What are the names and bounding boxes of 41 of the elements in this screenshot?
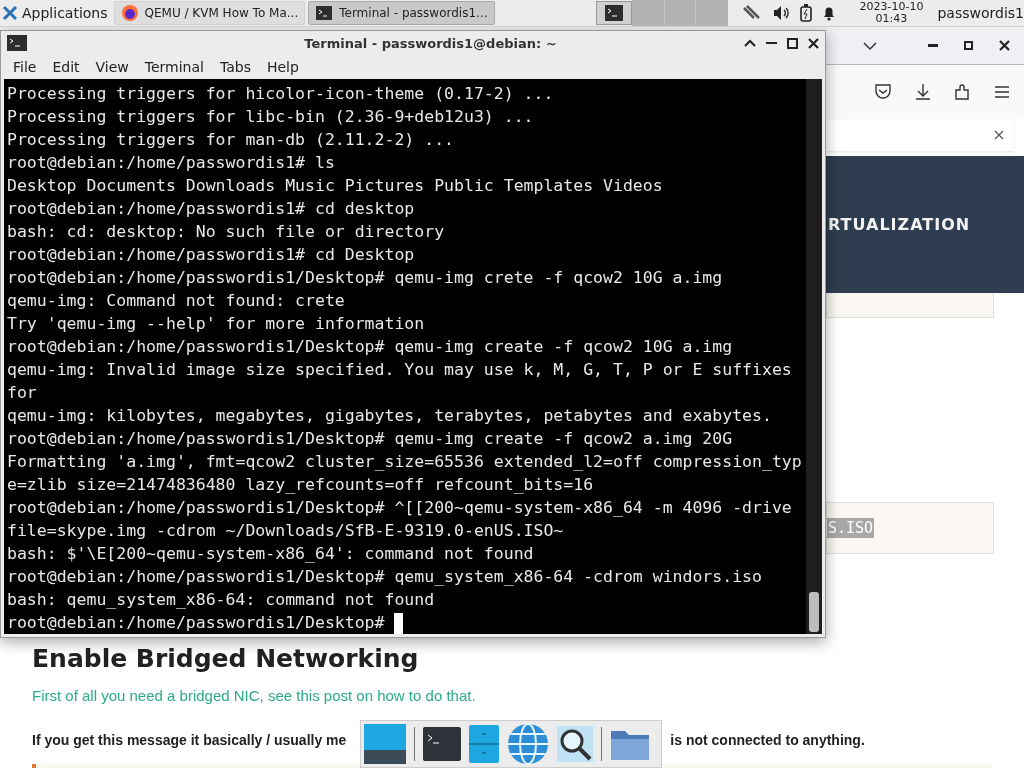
applications-menu[interactable]: Applications (0, 0, 114, 26)
terminal-line: file=skype.img -cdrom ~/Downloads/SfB-E-9319.0-enUS.ISO~ (7, 521, 564, 540)
menu-item[interactable]: File (5, 59, 45, 76)
terminal-line: Try 'qemu-img --help' for more information (7, 314, 425, 333)
user-name[interactable]: passwordis1 (937, 5, 1024, 21)
terminal-line: root@debian:/home/passwordis1/Desktop# (7, 613, 386, 632)
terminal-line: bash: cd: desktop: No such file or directory (7, 222, 445, 241)
terminal-line: bash: qemu_system_x86-64: command not found (7, 590, 435, 609)
menu-item[interactable]: Tabs (211, 59, 259, 76)
terminal-line: Desktop Documents Downloads Music Pictures Public Templates Videos (7, 176, 663, 195)
menu-item[interactable]: Edit (44, 59, 88, 76)
terminal-line: Processing triggers for hicolor-icon-theme (0.17-2) ... (7, 84, 554, 103)
terminal-line: root@debian:/home/passwordis1/Desktop# qemu-img create -f qcow2 a.img 20G (7, 429, 733, 448)
clock[interactable]: 2023-10-10 01:43 (859, 1, 924, 25)
terminal-line: root@debian:/home/passwordis1/Desktop# qemu_system_x86-64 -cdrom windors.iso (7, 567, 762, 586)
terminal-line: bash: $'\E[200~qemu-system-x86_64': command not found (7, 544, 534, 563)
terminal-line: root@debian:/home/passwordis1# ls (7, 153, 335, 172)
terminal-line: e=zlib size=21474836480 lazy_refcounts=off refcount_bits=16 (7, 475, 594, 494)
banner-title: RTUALIZATION (828, 215, 971, 234)
menu-item[interactable]: View (87, 59, 137, 76)
terminal-line: root@debian:/home/passwordis1# cd Desktop (7, 245, 415, 264)
bold-paragraph: If you get this message it basically / usually me (32, 732, 347, 748)
terminal-line: qemu-img: kilobytes, megabytes, gigabytes, terabytes, petabytes and exabytes. (7, 406, 772, 425)
selected-code: S.ISO (827, 518, 875, 538)
taskbar-button[interactable]: Terminal - passwordis1... (308, 1, 495, 25)
window-title: Terminal - passwordis1@debian: ~ (303, 35, 558, 51)
bold-paragraph: is not connected to anything. (670, 732, 865, 748)
menu-item[interactable]: Help (258, 59, 307, 76)
terminal-line: root@debian:/home/passwordis1/Desktop# ^[[200~qemu-system-x86_64 -m 4096 -drive (7, 498, 792, 517)
terminal-line: root@debian:/home/passwordis1/Desktop# qemu-img crete -f qcow2 10G a.img (7, 268, 723, 287)
terminal-line: root@debian:/home/passwordis1/Desktop# qemu-img create -f qcow2 10G a.img (7, 337, 733, 356)
terminal-line: Formatting 'a.img', fmt=qcow2 cluster_size=65536 extended_l2=off compression_typ (7, 452, 802, 471)
terminal-line: Processing triggers for man-db (2.11.2-2) ... (7, 130, 455, 149)
terminal-line: qemu-img: Invalid image size specified. You may use k, M, G, T, P or E suffixes (7, 360, 792, 379)
menu-item[interactable]: Terminal (136, 59, 212, 76)
terminal-line: Processing triggers for libc-bin (2.36-9+deb12u3) ... (7, 107, 534, 126)
terminal-line: qemu-img: Command not found: crete (7, 291, 345, 310)
terminal-line: root@debian:/home/passwordis1# cd desktop (7, 199, 415, 218)
terminal-line: for (7, 383, 37, 402)
section-heading: Enable Bridged Networking (32, 644, 420, 673)
taskbar-button[interactable]: QEMU / KVM How To Ma... (113, 1, 306, 25)
